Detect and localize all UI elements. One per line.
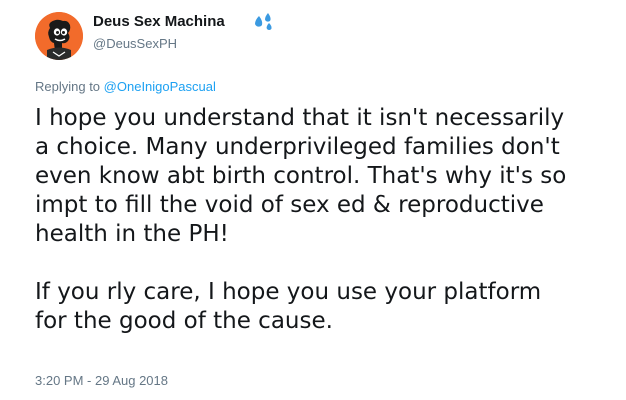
reply-mention-link[interactable]: @OneInigoPascual bbox=[104, 79, 216, 94]
replying-to-label: Replying to bbox=[35, 79, 101, 94]
tweet-paragraph: I hope you understand that it isn't nece… bbox=[35, 105, 567, 247]
tweet-card: Deus Sex Machina @DeusSexPH Replying to … bbox=[0, 0, 626, 400]
sweat-droplets-icon bbox=[255, 13, 272, 31]
user-handle[interactable]: @DeusSexPH bbox=[93, 35, 177, 53]
replying-to: Replying to @OneInigoPascual bbox=[35, 78, 216, 96]
tweet-paragraph: If you rly care, I hope you use your pla… bbox=[35, 279, 542, 334]
avatar[interactable] bbox=[35, 12, 83, 60]
tweet-text: I hope you understand that it isn't nece… bbox=[35, 104, 620, 336]
tweet-timestamp[interactable]: 3:20 PM - 29 Aug 2018 bbox=[35, 372, 168, 390]
display-name[interactable]: Deus Sex Machina bbox=[93, 12, 225, 32]
cartoon-character-avatar-icon bbox=[35, 12, 83, 60]
